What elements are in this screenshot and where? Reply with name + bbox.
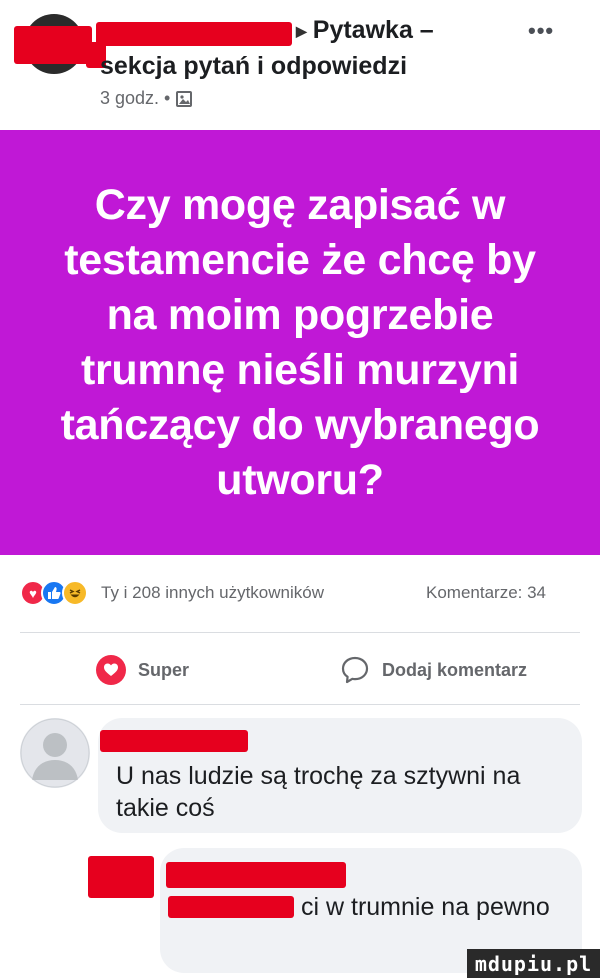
divider — [20, 704, 580, 705]
post-text: Czy mogę zapisać w testamencie że chcę b… — [60, 180, 540, 504]
site-watermark: mdupiu.pl — [467, 949, 600, 978]
redaction-mark — [88, 856, 154, 898]
comment-bubble[interactable]: U nas ludzie są trochę za sztywni na tak… — [98, 718, 582, 833]
redaction-mark — [96, 22, 292, 46]
reactions-row[interactable]: ♥ Ty i 208 innych użytkowników Komentarz… — [0, 577, 600, 609]
heart-icon — [96, 655, 126, 685]
default-avatar-icon — [20, 718, 90, 788]
comment-text-tail: ci w trumnie na pewno — [301, 893, 550, 921]
post-time[interactable]: 3 godz. • — [100, 88, 170, 109]
post-header: ▶ Pytawka – sekcja pytań i odpowiedzi 3 g… — [0, 0, 600, 130]
comment-text: U nas ludzie są trochę za sztywni na tak… — [116, 762, 521, 822]
post-text-card: Czy mogę zapisać w testamencie że chcę b… — [0, 130, 600, 555]
super-label: Super — [138, 659, 190, 680]
reaction-icons[interactable]: ♥ — [20, 580, 88, 606]
add-comment-button[interactable]: Dodaj komentarz — [340, 648, 527, 692]
redaction-mark — [100, 730, 248, 752]
post-meta: 3 godz. • — [100, 88, 193, 109]
action-bar: Super Dodaj komentarz — [0, 648, 600, 692]
divider — [20, 632, 580, 633]
redaction-mark — [166, 862, 346, 888]
comment-icon — [341, 656, 369, 684]
image-icon — [176, 90, 193, 107]
reactions-summary[interactable]: Ty i 208 innych użytkowników — [101, 583, 324, 603]
add-comment-label: Dodaj komentarz — [382, 659, 528, 680]
haha-icon — [62, 580, 88, 606]
group-subtitle[interactable]: sekcja pytań i odpowiedzi — [100, 52, 407, 81]
super-reaction-button[interactable]: Super — [96, 648, 189, 692]
avatar[interactable] — [20, 718, 90, 788]
more-options-button[interactable]: ••• — [528, 18, 554, 44]
group-name[interactable]: Pytawka – — [313, 16, 434, 44]
arrow-right-icon: ▶ — [296, 22, 307, 39]
comments-count[interactable]: Komentarze: 34 — [426, 583, 546, 603]
group-name-line[interactable]: ▶ Pytawka – — [296, 16, 434, 45]
comment-text: ci w trumnie na pewno — [176, 891, 566, 923]
redaction-mark — [14, 26, 92, 64]
